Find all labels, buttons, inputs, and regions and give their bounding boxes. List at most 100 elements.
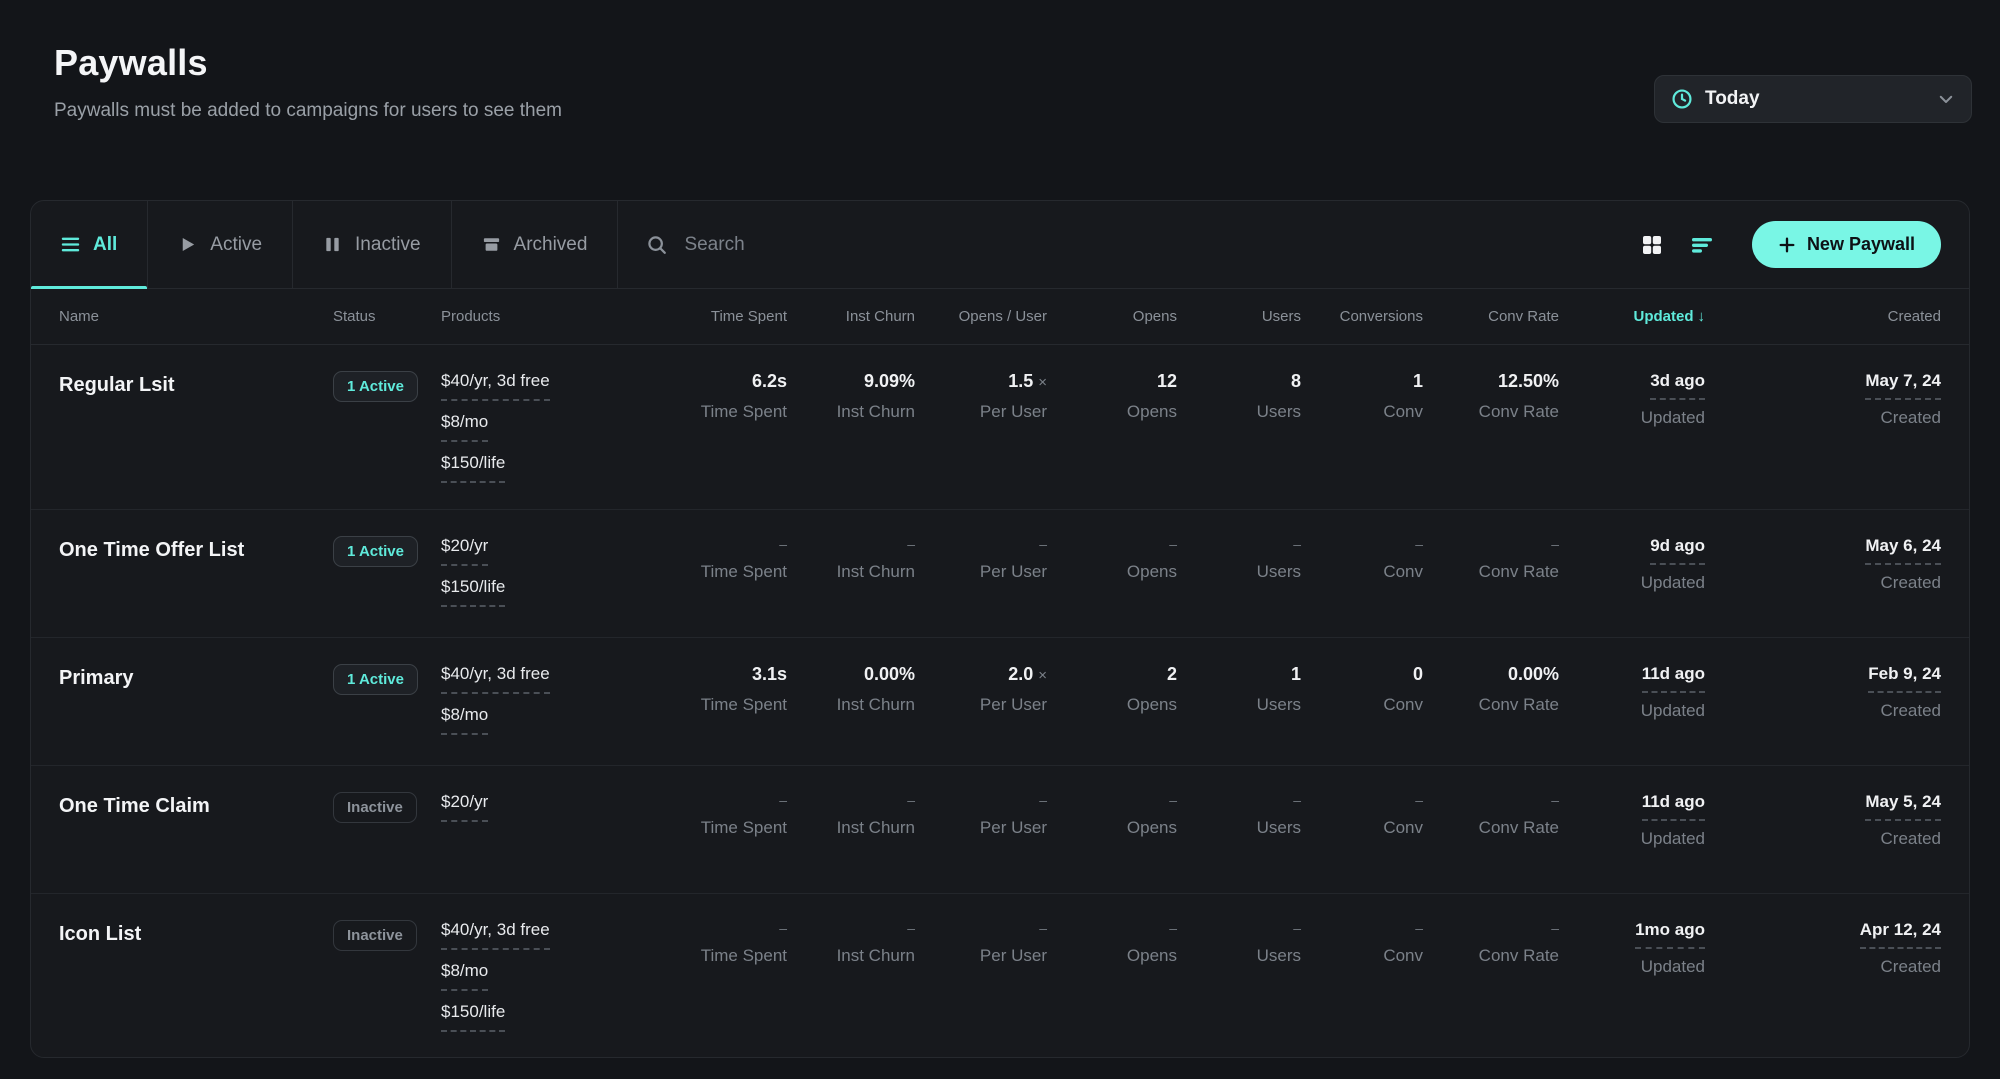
plus-icon <box>1778 236 1796 254</box>
table-row[interactable]: Icon List Inactive $40/yr, 3d free $8/mo… <box>31 894 1969 1058</box>
products-cell: $20/yr <box>441 792 637 822</box>
archive-icon <box>482 235 501 254</box>
col-products[interactable]: Products <box>441 308 637 325</box>
updated-cell: 11d ago Updated <box>1559 664 1705 721</box>
conversions-cell: – Conv <box>1301 536 1423 582</box>
users-cell: – Users <box>1177 536 1301 582</box>
time-spent-cell: – Time Spent <box>637 792 787 838</box>
conversions-cell: – Conv <box>1301 792 1423 838</box>
opens-cell: – Opens <box>1047 536 1177 582</box>
time-spent-cell: – Time Spent <box>637 536 787 582</box>
status-badge: Inactive <box>333 920 417 951</box>
tab-archived-label: Archived <box>514 234 588 256</box>
tab-all[interactable]: All <box>31 201 148 288</box>
col-updated[interactable]: Updated↓ <box>1559 308 1705 325</box>
tab-active[interactable]: Active <box>148 201 293 288</box>
col-conv-rate[interactable]: Conv Rate <box>1423 308 1559 325</box>
products-cell: $40/yr, 3d free $8/mo $150/life <box>441 920 637 1032</box>
opens-per-user-cell: – Per User <box>915 920 1047 966</box>
inst-churn-cell: – Inst Churn <box>787 792 915 838</box>
conv-rate-cell: – Conv Rate <box>1423 536 1559 582</box>
conversions-cell: 1 Conv <box>1301 371 1423 422</box>
toolbar: All Active Inactive Archived <box>31 201 1969 289</box>
created-cell: Apr 12, 24 Created <box>1705 920 1941 977</box>
list-view-icon[interactable] <box>1680 223 1724 267</box>
col-conversions[interactable]: Conversions <box>1301 308 1423 325</box>
chevron-down-icon <box>1937 90 1955 108</box>
paywalls-panel: All Active Inactive Archived <box>30 200 1970 1058</box>
conversions-cell: – Conv <box>1301 920 1423 966</box>
pause-icon <box>323 235 342 254</box>
status-badge: Inactive <box>333 792 417 823</box>
search-icon <box>646 234 668 256</box>
product-item[interactable]: $8/mo <box>441 961 488 991</box>
product-item[interactable]: $8/mo <box>441 412 488 442</box>
time-spent-cell: 6.2s Time Spent <box>637 371 787 422</box>
conv-rate-cell: – Conv Rate <box>1423 920 1559 966</box>
updated-cell: 1mo ago Updated <box>1559 920 1705 977</box>
time-spent-cell: – Time Spent <box>637 920 787 966</box>
product-item[interactable]: $20/yr <box>441 792 488 822</box>
date-range-dropdown[interactable]: Today <box>1654 75 1972 123</box>
product-item[interactable]: $150/life <box>441 453 505 483</box>
updated-cell: 11d ago Updated <box>1559 792 1705 849</box>
col-created[interactable]: Created <box>1705 308 1941 325</box>
col-users[interactable]: Users <box>1177 308 1301 325</box>
col-opens[interactable]: Opens <box>1047 308 1177 325</box>
product-item[interactable]: $20/yr <box>441 536 488 566</box>
col-opens-user[interactable]: Opens / User <box>915 308 1047 325</box>
product-item[interactable]: $150/life <box>441 577 505 607</box>
created-cell: Feb 9, 24 Created <box>1705 664 1941 721</box>
status-badge: 1 Active <box>333 664 418 695</box>
opens-per-user-cell: 1.5× Per User <box>915 371 1047 422</box>
table-row[interactable]: Primary 1 Active $40/yr, 3d free $8/mo 3… <box>31 638 1969 766</box>
col-status[interactable]: Status <box>333 308 441 325</box>
opens-cell: 12 Opens <box>1047 371 1177 422</box>
products-cell: $40/yr, 3d free $8/mo <box>441 664 637 735</box>
opens-cell: 2 Opens <box>1047 664 1177 715</box>
conv-rate-cell: 12.50% Conv Rate <box>1423 371 1559 422</box>
created-cell: May 7, 24 Created <box>1705 371 1941 428</box>
col-name[interactable]: Name <box>59 308 333 325</box>
conv-rate-cell: – Conv Rate <box>1423 792 1559 838</box>
inst-churn-cell: 0.00% Inst Churn <box>787 664 915 715</box>
table-row[interactable]: Regular Lsit 1 Active $40/yr, 3d free $8… <box>31 345 1969 510</box>
time-spent-cell: 3.1s Time Spent <box>637 664 787 715</box>
inst-churn-cell: – Inst Churn <box>787 920 915 966</box>
tab-active-label: Active <box>210 234 262 256</box>
paywall-name[interactable]: Icon List <box>59 920 333 946</box>
created-cell: May 6, 24 Created <box>1705 536 1941 593</box>
users-cell: 8 Users <box>1177 371 1301 422</box>
times-symbol: × <box>1038 667 1047 684</box>
opens-per-user-cell: – Per User <box>915 792 1047 838</box>
paywall-name[interactable]: One Time Claim <box>59 792 333 818</box>
date-range-label: Today <box>1705 88 1937 110</box>
status-badge: 1 Active <box>333 536 418 567</box>
product-item[interactable]: $8/mo <box>441 705 488 735</box>
tab-archived[interactable]: Archived <box>452 201 619 288</box>
created-cell: May 5, 24 Created <box>1705 792 1941 849</box>
product-item[interactable]: $40/yr, 3d free <box>441 664 550 694</box>
conv-rate-cell: 0.00% Conv Rate <box>1423 664 1559 715</box>
new-paywall-label: New Paywall <box>1807 234 1915 255</box>
col-inst-churn[interactable]: Inst Churn <box>787 308 915 325</box>
sort-desc-icon: ↓ <box>1698 308 1706 325</box>
paywall-name[interactable]: One Time Offer List <box>59 536 333 562</box>
paywall-name[interactable]: Primary <box>59 664 333 690</box>
clock-icon <box>1671 88 1693 110</box>
table-row[interactable]: One Time Claim Inactive $20/yr – Time Sp… <box>31 766 1969 894</box>
table-row[interactable]: One Time Offer List 1 Active $20/yr $150… <box>31 510 1969 638</box>
inst-churn-cell: – Inst Churn <box>787 536 915 582</box>
page-title: Paywalls <box>54 42 562 84</box>
tab-inactive[interactable]: Inactive <box>293 201 451 288</box>
col-time-spent[interactable]: Time Spent <box>637 308 787 325</box>
paywall-name[interactable]: Regular Lsit <box>59 371 333 397</box>
product-item[interactable]: $150/life <box>441 1002 505 1032</box>
users-cell: – Users <box>1177 792 1301 838</box>
inst-churn-cell: 9.09% Inst Churn <box>787 371 915 422</box>
search-input[interactable] <box>684 234 1602 256</box>
new-paywall-button[interactable]: New Paywall <box>1752 221 1941 268</box>
grid-view-icon[interactable] <box>1630 223 1674 267</box>
product-item[interactable]: $40/yr, 3d free <box>441 920 550 950</box>
product-item[interactable]: $40/yr, 3d free <box>441 371 550 401</box>
